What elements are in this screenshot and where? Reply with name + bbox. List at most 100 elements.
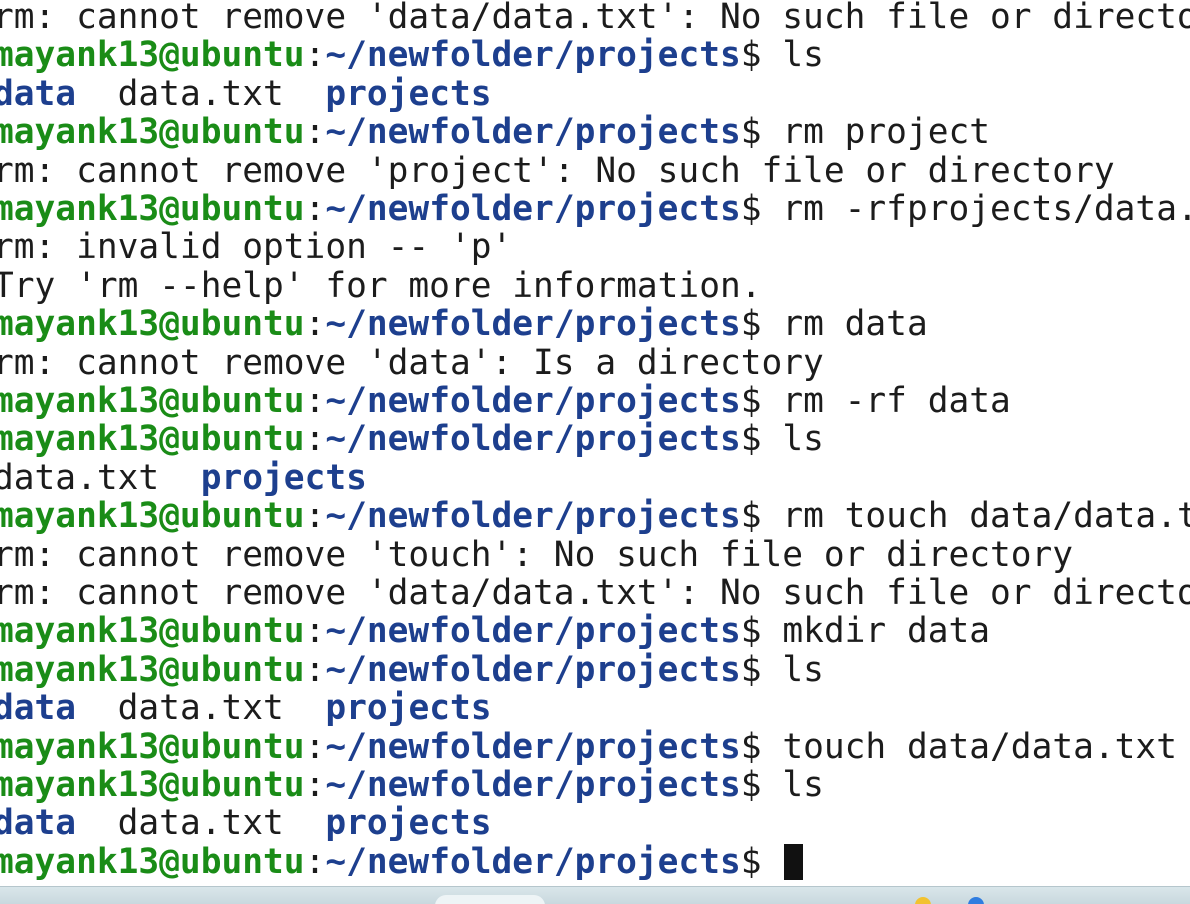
ls-separator: [284, 74, 326, 114]
prompt-colon: :: [304, 419, 326, 460]
ls-directory-entry: projects: [200, 457, 367, 498]
prompt-path: ~/newfolder/projects: [325, 112, 741, 153]
prompt-line: mayank13@ubuntu:~/newfolder/projects$ ls: [0, 36, 824, 74]
prompt-user: mayank13@ubuntu: [0, 35, 305, 76]
ls-separator: [159, 458, 201, 498]
ls-output-line: data data.txt projects: [0, 75, 492, 113]
prompt-line: mayank13@ubuntu:~/newfolder/projects$: [0, 841, 804, 882]
prompt-symbol: $: [740, 841, 762, 882]
ls-file-entry: data.txt: [117, 73, 284, 114]
prompt-user: mayank13@ubuntu: [0, 611, 305, 652]
prompt-path: ~/newfolder/projects: [325, 381, 741, 421]
prompt-user: mayank13@ubuntu: [0, 189, 305, 229]
prompt-symbol: $: [740, 304, 762, 345]
prompt-symbol: $: [740, 381, 762, 421]
prompt-symbol: $: [740, 765, 762, 805]
ls-output-line: data.txt projects: [0, 459, 367, 497]
terminal-window[interactable]: rm: cannot remove 'data/data.txt': No su…: [0, 0, 1190, 886]
ls-file-entry: data.txt: [117, 688, 284, 729]
prompt-path: ~/newfolder/projects: [325, 841, 741, 882]
prompt-user: mayank13@ubuntu: [0, 112, 305, 153]
command-text: ls: [761, 649, 824, 690]
prompt-colon: :: [304, 112, 326, 153]
prompt-user: mayank13@ubuntu: [0, 419, 305, 460]
prompt-user: mayank13@ubuntu: [0, 649, 305, 690]
command-text: mkdir data: [761, 611, 991, 652]
output-text: rm: cannot remove 'data': Is a directory: [0, 342, 824, 383]
prompt-symbol: $: [740, 35, 762, 76]
ls-directory-entry: data: [0, 688, 77, 729]
prompt-colon: :: [304, 649, 326, 690]
prompt-line: mayank13@ubuntu:~/newfolder/projects$ rm…: [0, 305, 928, 343]
ls-file-entry: data.txt: [117, 803, 284, 844]
prompt-line: mayank13@ubuntu:~/newfolder/projects$ ls: [0, 420, 824, 458]
output-text: rm: invalid option -- 'p': [0, 227, 513, 268]
prompt-user: mayank13@ubuntu: [0, 765, 305, 805]
output-text: Try 'rm --help' for more information.: [0, 265, 762, 306]
ls-directory-entry: projects: [325, 73, 492, 114]
prompt-colon: :: [304, 496, 326, 537]
command-text: ls: [761, 35, 824, 76]
output-text: rm: cannot remove 'project': No such fil…: [0, 150, 1115, 191]
prompt-path: ~/newfolder/projects: [325, 726, 741, 767]
prompt-line: mayank13@ubuntu:~/newfolder/projects$ rm…: [0, 497, 1190, 535]
ls-output-line: data data.txt projects: [0, 689, 492, 727]
ls-directory-entry: data: [0, 73, 77, 114]
command-text: rm -rf data: [761, 381, 1011, 421]
prompt-line: mayank13@ubuntu:~/newfolder/projects$ ls: [0, 651, 824, 689]
prompt-user: mayank13@ubuntu: [0, 496, 305, 537]
prompt-symbol: $: [740, 419, 762, 460]
prompt-line: mayank13@ubuntu:~/newfolder/projects$ ls: [0, 766, 824, 804]
command-text: rm -rfprojects/data.: [761, 189, 1190, 229]
prompt-user: mayank13@ubuntu: [0, 841, 305, 882]
output-line: Try 'rm --help' for more information.: [0, 267, 762, 305]
prompt-symbol: $: [740, 726, 762, 767]
ls-directory-entry: data: [0, 803, 77, 844]
prompt-user: mayank13@ubuntu: [0, 726, 305, 767]
prompt-path: ~/newfolder/projects: [325, 35, 741, 76]
prompt-line: mayank13@ubuntu:~/newfolder/projects$ mk…: [0, 612, 990, 650]
prompt-path: ~/newfolder/projects: [325, 496, 741, 537]
output-line: rm: cannot remove 'data': Is a directory: [0, 344, 824, 382]
taskbar: [0, 886, 1190, 904]
command-text: [762, 842, 783, 882]
prompt-colon: :: [304, 611, 326, 652]
output-line: rm: invalid option -- 'p': [0, 228, 512, 266]
prompt-path: ~/newfolder/projects: [325, 649, 741, 690]
ls-file-entry: data.txt: [0, 457, 160, 498]
prompt-path: ~/newfolder/projects: [325, 419, 741, 460]
prompt-line: mayank13@ubuntu:~/newfolder/projects$ rm…: [0, 190, 1190, 228]
ls-directory-entry: projects: [325, 688, 492, 729]
ls-output-line: data data.txt projects: [0, 804, 492, 842]
command-text: ls: [761, 419, 824, 460]
output-line: rm: cannot remove 'project': No such fil…: [0, 152, 1115, 190]
prompt-user: mayank13@ubuntu: [0, 381, 305, 421]
prompt-path: ~/newfolder/projects: [325, 304, 741, 345]
prompt-path: ~/newfolder/projects: [325, 189, 741, 229]
ls-separator: [284, 803, 326, 843]
prompt-symbol: $: [740, 112, 762, 153]
prompt-colon: :: [304, 726, 326, 767]
output-line: rm: cannot remove 'touch': No such file …: [0, 536, 1073, 574]
prompt-colon: :: [304, 381, 326, 421]
prompt-symbol: $: [740, 649, 762, 690]
prompt-symbol: $: [740, 611, 762, 652]
ls-separator: [76, 688, 118, 728]
ls-separator: [284, 688, 326, 728]
ls-directory-entry: projects: [325, 803, 492, 844]
output-text: rm: cannot remove 'data/data.txt': No su…: [0, 0, 1190, 37]
prompt-symbol: $: [740, 496, 762, 537]
prompt-path: ~/newfolder/projects: [325, 765, 741, 805]
prompt-colon: :: [304, 304, 326, 345]
output-text: rm: cannot remove 'data/data.txt': No su…: [0, 573, 1190, 613]
command-text: rm project: [761, 112, 991, 153]
output-line: rm: cannot remove 'data/data.txt': No su…: [0, 0, 1190, 36]
prompt-line: mayank13@ubuntu:~/newfolder/projects$ to…: [0, 728, 1177, 766]
prompt-symbol: $: [740, 189, 762, 229]
prompt-line: mayank13@ubuntu:~/newfolder/projects$ rm…: [0, 382, 1011, 420]
prompt-user: mayank13@ubuntu: [0, 304, 305, 345]
output-line: rm: cannot remove 'data/data.txt': No su…: [0, 574, 1190, 612]
prompt-path: ~/newfolder/projects: [325, 611, 741, 652]
text-cursor: [784, 843, 804, 880]
command-text: touch data/data.txt: [761, 726, 1177, 767]
